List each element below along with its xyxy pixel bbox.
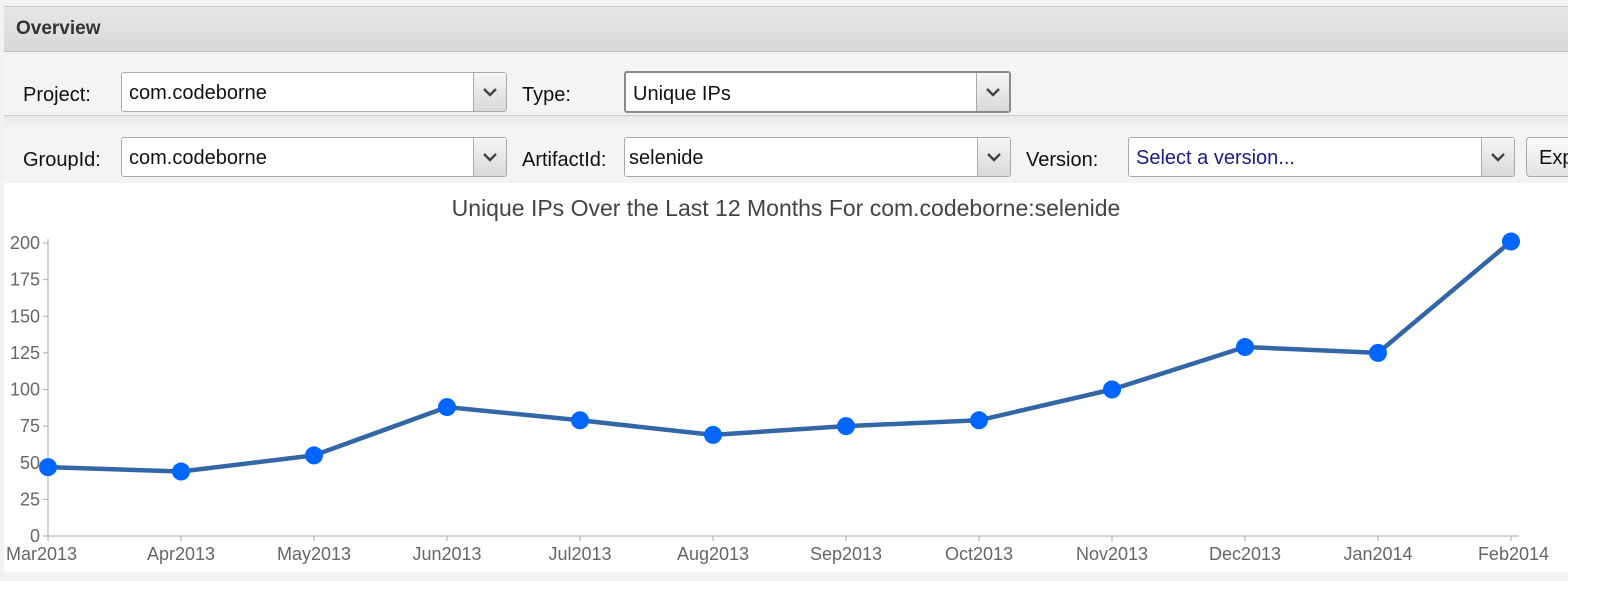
- y-tick-label: 175: [10, 270, 40, 290]
- x-tick-label: Jan2014: [1343, 544, 1412, 564]
- artifactid-select[interactable]: selenide: [624, 137, 1011, 177]
- y-tick-label: 150: [10, 306, 40, 326]
- data-point[interactable]: [172, 462, 190, 481]
- panel-header: Overview: [4, 6, 1568, 52]
- groupid-select[interactable]: com.codeborne: [121, 137, 507, 177]
- filter-row-artifact: GroupId: com.codeborne ArtifactId: selen…: [4, 115, 1568, 183]
- groupid-label: GroupId:: [23, 149, 101, 171]
- data-point[interactable]: [438, 398, 456, 417]
- project-select-value: com.codeborne: [129, 82, 267, 104]
- panel-title: Overview: [16, 18, 101, 39]
- x-tick-label: May2013: [277, 544, 351, 564]
- filter-row-project: Project: com.codeborne Type: Unique IPs: [4, 53, 1568, 115]
- version-select-placeholder: Select a version...: [1136, 147, 1295, 169]
- artifactid-select-value: selenide: [629, 147, 704, 169]
- chevron-down-icon[interactable]: [1481, 138, 1514, 176]
- type-label: Type:: [522, 84, 571, 106]
- x-tick-label: Feb2014: [1478, 544, 1549, 564]
- data-point[interactable]: [1236, 338, 1254, 357]
- type-select-value: Unique IPs: [633, 83, 731, 105]
- chart-panel: Unique IPs Over the Last 12 Months For c…: [4, 183, 1568, 572]
- data-point[interactable]: [39, 458, 57, 477]
- x-tick-label: Mar2013: [6, 544, 77, 564]
- data-point[interactable]: [837, 417, 855, 436]
- chevron-down-icon[interactable]: [976, 73, 1009, 111]
- chevron-down-icon[interactable]: [473, 138, 506, 176]
- y-tick-label: 50: [20, 453, 40, 473]
- data-point[interactable]: [704, 425, 722, 444]
- export-button[interactable]: Exp: [1526, 137, 1568, 177]
- groupid-select-value: com.codeborne: [129, 147, 267, 169]
- x-tick-label: Oct2013: [945, 544, 1013, 564]
- x-tick-label: Aug2013: [677, 544, 749, 564]
- x-tick-label: Nov2013: [1076, 544, 1148, 564]
- y-tick-label: 125: [10, 343, 40, 363]
- y-tick-label: 25: [20, 489, 40, 509]
- chevron-down-icon[interactable]: [473, 73, 506, 111]
- project-select[interactable]: com.codeborne: [121, 72, 507, 112]
- y-tick-label: 100: [10, 380, 40, 400]
- artifactid-label: ArtifactId:: [522, 149, 607, 171]
- data-point[interactable]: [1103, 380, 1121, 399]
- x-tick-label: Jul2013: [548, 544, 611, 564]
- x-tick-label: Sep2013: [810, 544, 882, 564]
- overview-panel: Overview Project: com.codeborne Type: Un…: [0, 0, 1568, 581]
- data-point[interactable]: [1502, 232, 1520, 251]
- y-tick-label: 75: [20, 416, 40, 436]
- chevron-down-icon[interactable]: [977, 138, 1010, 176]
- project-label: Project:: [23, 84, 91, 106]
- data-point[interactable]: [571, 411, 589, 430]
- export-button-label: Exp: [1539, 147, 1568, 169]
- x-tick-label: Jun2013: [412, 544, 481, 564]
- series-line: [47, 239, 1513, 474]
- type-select[interactable]: Unique IPs: [624, 71, 1011, 113]
- x-tick-label: Dec2013: [1209, 544, 1281, 564]
- y-tick-label: 0: [30, 526, 40, 546]
- y-tick-label: 200: [10, 233, 40, 253]
- version-label: Version:: [1026, 149, 1099, 171]
- data-point[interactable]: [1369, 343, 1387, 362]
- x-tick-label: Apr2013: [147, 544, 215, 564]
- line-chart: 0 25 50 75 100 125 150 175 200 Mar2013 Apr2013 May2…: [6, 232, 1549, 564]
- data-point[interactable]: [970, 411, 988, 430]
- data-point[interactable]: [305, 446, 323, 465]
- version-select[interactable]: Select a version...: [1128, 137, 1515, 177]
